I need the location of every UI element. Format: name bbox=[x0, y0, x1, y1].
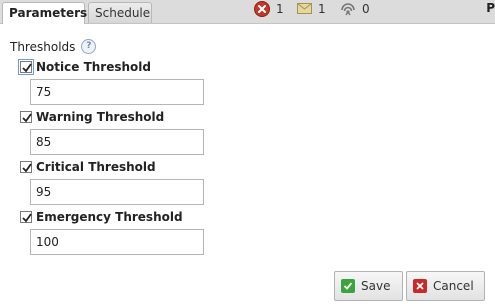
notice-threshold-input[interactable] bbox=[30, 79, 204, 105]
warning-threshold-label: Warning Threshold bbox=[20, 109, 164, 125]
mail-icon bbox=[297, 3, 312, 14]
mail-count: 1 bbox=[318, 1, 326, 16]
save-label: Save bbox=[361, 279, 391, 293]
tab-schedule[interactable]: Schedule bbox=[88, 2, 152, 23]
error-icon bbox=[254, 0, 270, 17]
warning-threshold-input[interactable] bbox=[30, 129, 204, 155]
notice-threshold-text: Notice Threshold bbox=[36, 60, 151, 74]
tab-parameters[interactable]: Parameters bbox=[2, 2, 87, 24]
critical-threshold-checkbox[interactable] bbox=[20, 161, 32, 173]
check-mark-icon bbox=[22, 213, 32, 223]
save-button[interactable]: Save bbox=[334, 271, 403, 301]
notice-threshold-label: Notice Threshold bbox=[18, 59, 151, 75]
help-icon[interactable]: ? bbox=[81, 39, 97, 54]
check-icon bbox=[341, 279, 355, 293]
check-mark-icon bbox=[22, 63, 32, 73]
check-mark-icon bbox=[22, 163, 32, 173]
notice-threshold-checkbox[interactable] bbox=[18, 59, 34, 75]
critical-threshold-label: Critical Threshold bbox=[20, 159, 156, 175]
feed-icon bbox=[341, 2, 355, 15]
emergency-threshold-checkbox[interactable] bbox=[20, 211, 32, 223]
top-bar: Parameters Schedule 1 1 0 P bbox=[0, 0, 495, 24]
critical-threshold-text: Critical Threshold bbox=[36, 160, 156, 174]
thresholds-title: Thresholds ? bbox=[10, 39, 97, 54]
errors-indicator[interactable]: 1 bbox=[254, 0, 284, 17]
close-icon bbox=[413, 279, 427, 293]
thresholds-title-text: Thresholds bbox=[10, 39, 76, 54]
warning-threshold-text: Warning Threshold bbox=[36, 110, 165, 124]
emergency-threshold-input[interactable] bbox=[30, 229, 204, 255]
check-mark-icon bbox=[22, 113, 32, 123]
cancel-label: Cancel bbox=[433, 279, 474, 293]
feeds-count: 0 bbox=[362, 1, 370, 16]
emergency-threshold-label: Emergency Threshold bbox=[20, 209, 183, 225]
feeds-indicator[interactable]: 0 bbox=[340, 0, 370, 17]
corner-label: P bbox=[486, 1, 495, 15]
errors-count: 1 bbox=[276, 1, 284, 16]
emergency-threshold-text: Emergency Threshold bbox=[36, 210, 183, 224]
critical-threshold-input[interactable] bbox=[30, 179, 204, 205]
cancel-button[interactable]: Cancel bbox=[406, 271, 485, 301]
warning-threshold-checkbox[interactable] bbox=[20, 111, 32, 123]
mail-indicator[interactable]: 1 bbox=[297, 0, 326, 17]
